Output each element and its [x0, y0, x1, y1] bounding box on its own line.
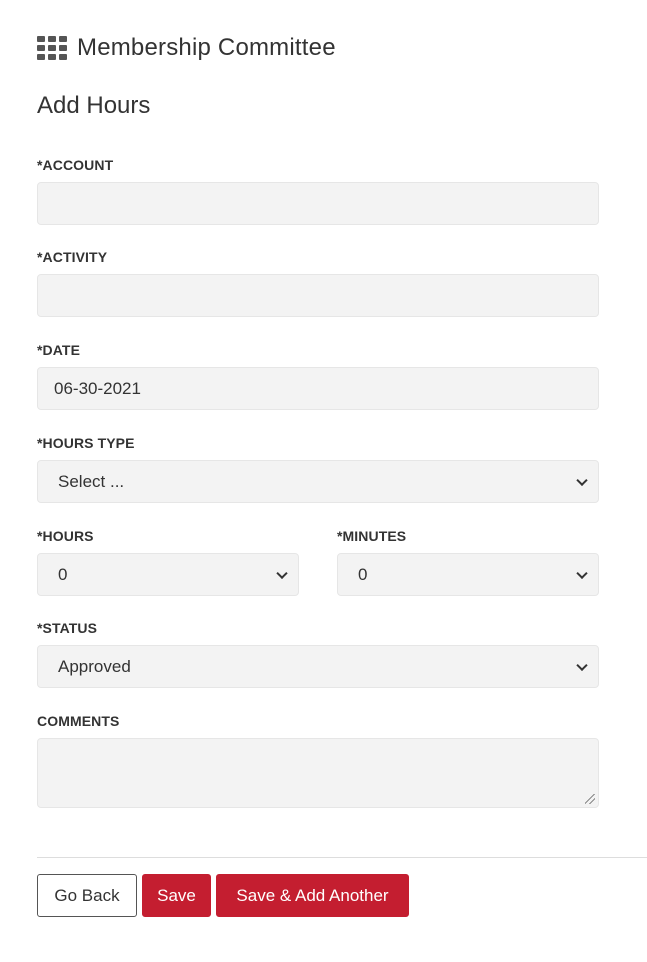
account-label: *ACCOUNT [37, 157, 114, 173]
status-value: Approved [58, 656, 131, 676]
minutes-select[interactable]: 0 [337, 553, 599, 596]
hours-select[interactable]: 0 [37, 553, 299, 596]
chevron-down-icon [576, 659, 588, 671]
resize-handle-icon[interactable] [585, 794, 595, 804]
comments-label: COMMENTS [37, 713, 120, 729]
account-input[interactable] [37, 182, 599, 225]
activity-input[interactable] [37, 274, 599, 317]
go-back-button[interactable]: Go Back [37, 874, 137, 917]
save-add-another-button[interactable]: Save & Add Another [216, 874, 409, 917]
activity-label: *ACTIVITY [37, 249, 108, 265]
minutes-label: *MINUTES [337, 528, 407, 544]
hours-type-select[interactable]: Select ... [37, 460, 599, 503]
apps-grid-icon[interactable] [37, 36, 67, 60]
hours-type-label: *HOURS TYPE [37, 435, 135, 451]
chevron-down-icon [576, 474, 588, 486]
date-input[interactable]: 06-30-2021 [37, 367, 599, 410]
add-hours-page: Membership Committee Add Hours *ACCOUNT … [0, 0, 647, 962]
save-button[interactable]: Save [142, 874, 211, 917]
comments-textarea[interactable] [37, 738, 599, 808]
hours-label: *HOURS [37, 528, 94, 544]
date-value: 06-30-2021 [54, 378, 141, 398]
chevron-down-icon [276, 567, 288, 579]
page-title: Add Hours [37, 92, 151, 119]
hours-value: 0 [58, 564, 68, 584]
hours-type-value: Select ... [58, 471, 125, 491]
minutes-value: 0 [358, 564, 368, 584]
header: Membership Committee [37, 32, 336, 64]
committee-title: Membership Committee [77, 34, 336, 61]
status-label: *STATUS [37, 620, 98, 636]
status-select[interactable]: Approved [37, 645, 599, 688]
chevron-down-icon [576, 567, 588, 579]
date-label: *DATE [37, 342, 81, 358]
divider [37, 857, 647, 858]
